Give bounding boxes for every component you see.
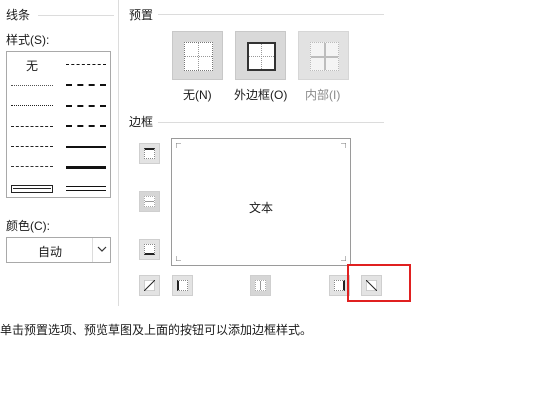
border-inside-horizontal-icon bbox=[144, 196, 155, 207]
corner-mark-top-right bbox=[341, 143, 346, 148]
highlight-box bbox=[347, 264, 411, 302]
line-section-divider bbox=[38, 15, 114, 16]
line-style-dash-dot-dot[interactable] bbox=[66, 64, 106, 65]
style-label: 样式(S): bbox=[6, 33, 50, 47]
preset-none-button[interactable] bbox=[172, 31, 223, 80]
line-style-hair-dotted[interactable] bbox=[11, 85, 53, 86]
preset-none-label[interactable]: 无(N) bbox=[183, 88, 212, 102]
preset-inside-button bbox=[298, 31, 349, 80]
border-inside-vertical-icon bbox=[255, 280, 266, 291]
border-bottom-button[interactable] bbox=[139, 239, 160, 260]
line-style-dotted[interactable] bbox=[11, 105, 53, 106]
line-style-double[interactable] bbox=[66, 186, 106, 191]
border-none-icon bbox=[184, 42, 213, 71]
line-style-thick[interactable] bbox=[66, 166, 106, 169]
color-label: 颜色(C): bbox=[6, 219, 50, 233]
border-top-button[interactable] bbox=[139, 143, 160, 164]
preset-outside-label[interactable]: 外边框(O) bbox=[234, 88, 287, 102]
corner-mark-top-left bbox=[176, 143, 181, 148]
chevron-down-icon bbox=[97, 246, 107, 252]
border-section-divider bbox=[158, 122, 384, 123]
preset-section-title: 预置 bbox=[129, 8, 154, 22]
border-bottom-icon bbox=[144, 244, 155, 255]
border-left-icon bbox=[177, 280, 188, 291]
line-style-thin-line bbox=[13, 188, 51, 189]
border-diagonal-up-button[interactable] bbox=[139, 275, 160, 296]
border-inside-horizontal-button[interactable] bbox=[139, 191, 160, 212]
corner-mark-bottom-right bbox=[341, 256, 346, 261]
line-style-dash-dot-dot-thin[interactable] bbox=[11, 126, 53, 127]
preset-inside-label: 内部(I) bbox=[305, 88, 341, 102]
color-dropdown-button[interactable] bbox=[92, 238, 110, 262]
border-left-button[interactable] bbox=[172, 275, 193, 296]
border-top-icon bbox=[144, 148, 155, 159]
preset-outside-button[interactable] bbox=[235, 31, 286, 80]
line-section-title: 线条 bbox=[6, 8, 31, 22]
preset-section-divider bbox=[158, 14, 384, 15]
border-outside-icon bbox=[247, 42, 276, 71]
corner-mark-bottom-left bbox=[176, 256, 181, 261]
color-value: 自动 bbox=[37, 245, 62, 259]
line-style-none[interactable]: 无 bbox=[26, 57, 38, 74]
border-section-title: 边框 bbox=[129, 115, 154, 129]
border-right-icon bbox=[334, 280, 345, 291]
line-style-dashed-thin[interactable] bbox=[11, 166, 53, 167]
border-preview[interactable]: 文本 bbox=[171, 138, 351, 266]
border-inside-icon bbox=[310, 42, 339, 71]
hint-text: 单击预置选项、预览草图及上面的按钮可以添加边框样式。 bbox=[0, 323, 313, 337]
line-style-medium-dash-dot-dot[interactable] bbox=[66, 84, 106, 86]
line-style-medium[interactable] bbox=[66, 146, 106, 148]
border-inside-vertical-button[interactable] bbox=[250, 275, 271, 296]
line-style-dash-dot-thin[interactable] bbox=[11, 146, 53, 147]
diagonal-up-icon bbox=[144, 280, 155, 291]
color-combobox[interactable]: 自动 bbox=[6, 237, 111, 263]
line-style-list[interactable]: 无 bbox=[6, 51, 111, 198]
preview-text: 文本 bbox=[248, 201, 273, 215]
section-separator bbox=[118, 0, 119, 306]
line-style-medium-dashed[interactable] bbox=[66, 125, 106, 127]
line-style-thin-selected[interactable] bbox=[11, 185, 53, 193]
line-style-dash-dot[interactable] bbox=[66, 105, 106, 107]
